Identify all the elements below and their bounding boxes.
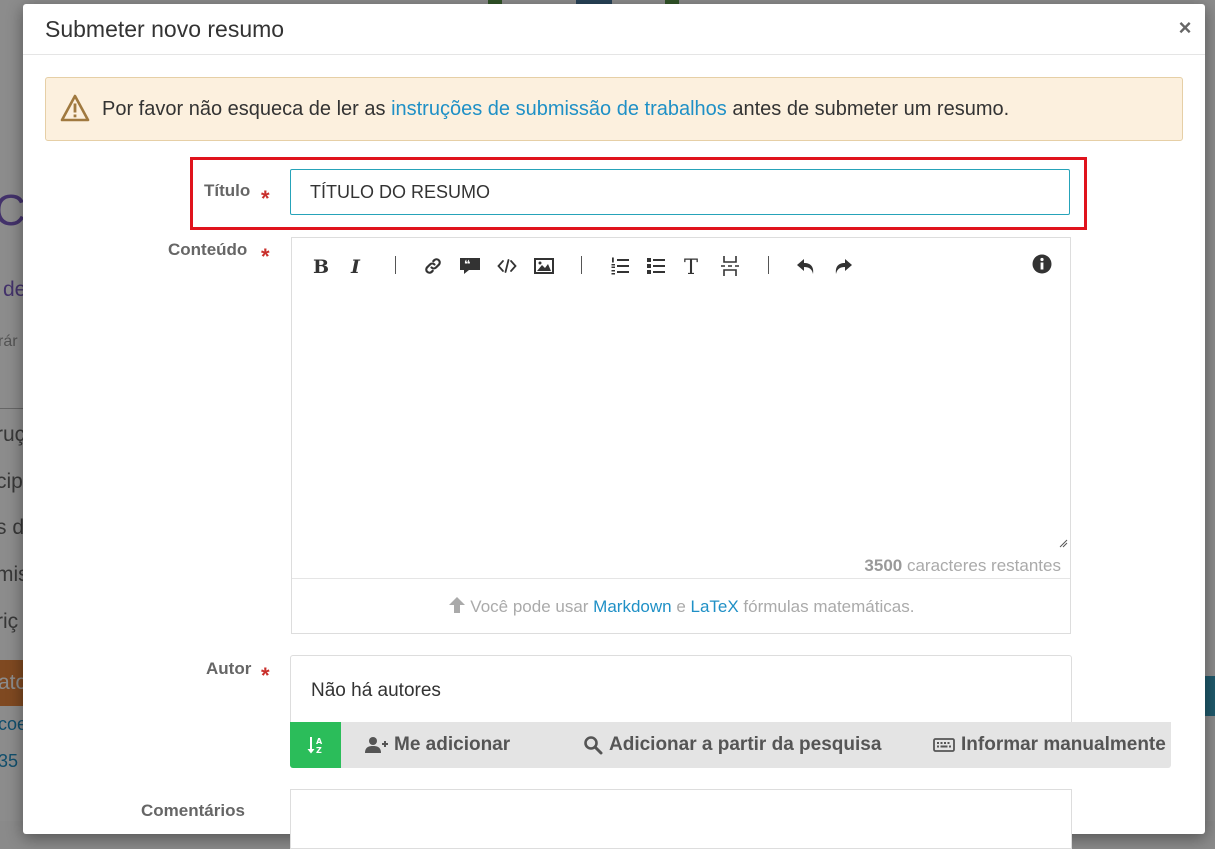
add-me-button[interactable]: Me adicionar xyxy=(364,722,510,768)
upload-arrow-icon xyxy=(448,597,465,613)
warning-alert: Por favor não esqueca de ler as instruçõ… xyxy=(45,77,1183,141)
add-from-search-button[interactable]: Adicionar a partir da pesquisa xyxy=(583,722,881,768)
comments-textarea[interactable] xyxy=(290,789,1072,849)
alert-message: Por favor não esqueca de ler as instruçõ… xyxy=(102,98,1010,120)
modal-title: Submeter novo resumo xyxy=(45,16,285,42)
svg-text:❝: ❝ xyxy=(464,258,470,271)
sort-alpha-icon: AZ xyxy=(307,737,323,755)
svg-text:I: I xyxy=(350,257,361,275)
close-button[interactable]: × xyxy=(1175,16,1195,40)
undo-icon[interactable] xyxy=(792,252,820,280)
author-actions-bar: AZ Me adicionar Adicionar a partir da pe… xyxy=(290,722,1171,768)
title-label: Título xyxy=(204,181,251,200)
toolbar-separator xyxy=(581,256,582,274)
sort-authors-button[interactable]: AZ xyxy=(290,722,341,768)
code-icon[interactable] xyxy=(493,252,521,280)
ordered-list-icon[interactable] xyxy=(606,252,634,280)
link-icon[interactable] xyxy=(419,252,447,280)
characters-remaining: 3500 caracteres restantes xyxy=(864,556,1061,575)
title-input[interactable] xyxy=(290,169,1070,215)
search-icon xyxy=(584,736,603,755)
redo-icon[interactable] xyxy=(829,252,857,280)
heading-icon[interactable]: T xyxy=(679,252,707,280)
submit-abstract-modal: Submeter novo resumo × Por favor não esq… xyxy=(23,4,1205,849)
content-textarea[interactable] xyxy=(292,294,1070,550)
required-marker: * xyxy=(261,663,270,688)
resize-grip-icon[interactable] xyxy=(1058,538,1068,548)
markdown-link[interactable]: Markdown xyxy=(593,597,671,616)
add-manually-button[interactable]: Informar manualmente xyxy=(933,722,1166,768)
quote-icon[interactable]: ❝ xyxy=(456,252,484,280)
unordered-list-icon[interactable] xyxy=(642,252,670,280)
horizontal-rule-icon[interactable] xyxy=(716,252,744,280)
toolbar-separator xyxy=(768,256,769,274)
svg-text:B: B xyxy=(313,257,328,275)
content-editor: B I ❝ T 3500 caracteres restantes Você p… xyxy=(291,237,1071,634)
svg-text:Z: Z xyxy=(316,746,322,755)
no-authors-text: Não há autores xyxy=(311,680,441,701)
svg-text:T: T xyxy=(684,256,698,276)
required-marker: * xyxy=(261,186,270,211)
comments-label: Comentários xyxy=(141,801,245,820)
bold-icon[interactable]: B xyxy=(306,252,334,280)
keyboard-icon xyxy=(933,738,955,752)
editor-footer: Você pode usar Markdown e LaTeX fórmulas… xyxy=(292,578,1070,633)
author-label: Autor xyxy=(206,659,252,678)
warning-icon xyxy=(60,94,90,122)
info-icon[interactable] xyxy=(1028,250,1056,278)
editor-toolbar: B I ❝ T xyxy=(292,238,1070,294)
author-list: Não há autores xyxy=(290,655,1072,725)
content-label: Conteúdo xyxy=(168,240,248,259)
user-plus-icon xyxy=(365,737,388,753)
required-marker: * xyxy=(261,244,270,269)
modal-header: Submeter novo resumo × xyxy=(23,4,1205,55)
latex-link[interactable]: LaTeX xyxy=(691,597,739,616)
svg-text:A: A xyxy=(316,737,323,746)
toolbar-separator xyxy=(395,256,396,274)
image-icon[interactable] xyxy=(530,252,558,280)
submission-instructions-link[interactable]: instruções de submissão de trabalhos xyxy=(391,98,727,120)
italic-icon[interactable]: I xyxy=(343,252,371,280)
